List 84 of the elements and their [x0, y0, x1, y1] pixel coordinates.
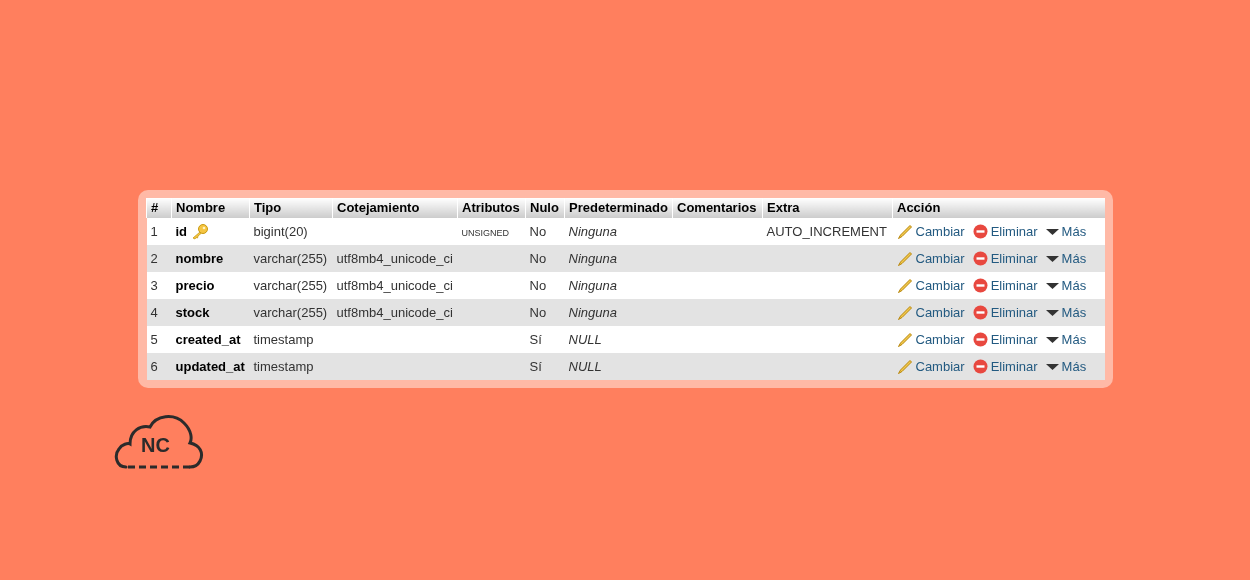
minus-circle-icon	[972, 278, 988, 293]
column-name: updated_at	[175, 357, 245, 376]
action-link[interactable]: Eliminar	[972, 356, 1038, 377]
row-number: 2	[150, 250, 158, 266]
column-name: stock	[175, 303, 210, 322]
type-text: timestamp	[253, 331, 314, 347]
type-text: varchar(255)	[253, 304, 328, 320]
action-link[interactable]: Más	[1045, 248, 1087, 269]
extra-text: AUTO_INCREMENT	[766, 223, 887, 239]
column-name: id	[175, 222, 188, 241]
column-header[interactable]: Nombre	[171, 198, 250, 218]
cloud-icon	[114, 413, 204, 469]
pencil-icon	[896, 358, 913, 375]
null-text: No	[529, 277, 547, 293]
caret-icon	[1045, 227, 1059, 236]
default-text: Ninguna	[568, 223, 617, 239]
caret-icon	[1045, 254, 1059, 263]
attributes-text: UNSIGNED	[461, 227, 509, 238]
type-text: varchar(255)	[253, 277, 328, 293]
key-icon	[191, 223, 210, 240]
null-text: No	[529, 250, 547, 266]
minus-circle-icon	[972, 305, 988, 320]
column-header[interactable]: Nulo	[525, 198, 565, 218]
action-link[interactable]: Cambiar	[896, 302, 965, 323]
default-text: NULL	[568, 358, 602, 374]
action-link[interactable]: Eliminar	[972, 275, 1038, 296]
null-text: Sí	[529, 358, 542, 374]
logo-text: NC	[141, 435, 170, 455]
column-header[interactable]: Cotejamiento	[332, 198, 458, 218]
row-number: 3	[150, 277, 158, 293]
column-name: precio	[175, 276, 215, 295]
action-link[interactable]: Cambiar	[896, 356, 965, 377]
column-name: nombre	[175, 249, 224, 268]
column-header[interactable]: Comentarios	[672, 198, 763, 218]
row-number: 6	[150, 358, 158, 374]
action-link[interactable]: Cambiar	[896, 221, 965, 242]
action-link[interactable]: Más	[1045, 221, 1087, 242]
pencil-icon	[896, 223, 913, 240]
action-link[interactable]: Más	[1045, 356, 1087, 377]
minus-circle-icon	[972, 251, 988, 266]
row-number: 1	[150, 223, 158, 239]
column-header[interactable]: Acción	[892, 198, 1105, 218]
action-link[interactable]: Más	[1045, 329, 1087, 350]
null-text: No	[529, 304, 547, 320]
default-text: Ninguna	[568, 250, 617, 266]
row-number: 5	[150, 331, 158, 347]
column-header[interactable]: Tipo	[249, 198, 333, 218]
pencil-icon	[896, 331, 913, 348]
caret-icon	[1045, 281, 1059, 290]
null-text: No	[529, 223, 547, 239]
caret-icon	[1045, 308, 1059, 317]
action-link[interactable]: Cambiar	[896, 248, 965, 269]
column-header[interactable]: #	[146, 198, 172, 218]
pencil-icon	[896, 250, 913, 267]
collation-text: utf8mb4_unicode_ci	[336, 304, 453, 320]
column-header[interactable]: Predeterminado	[564, 198, 673, 218]
action-link[interactable]: Eliminar	[972, 248, 1038, 269]
caret-icon	[1045, 335, 1059, 344]
column-name: created_at	[175, 330, 241, 349]
action-link[interactable]: Eliminar	[972, 329, 1038, 350]
minus-circle-icon	[972, 332, 988, 347]
action-link[interactable]: Cambiar	[896, 275, 965, 296]
column-header[interactable]: Atributos	[457, 198, 526, 218]
type-text: timestamp	[253, 358, 314, 374]
row-number: 4	[150, 304, 158, 320]
pencil-icon	[896, 304, 913, 321]
action-link[interactable]: Más	[1045, 275, 1087, 296]
type-text: varchar(255)	[253, 250, 328, 266]
action-link[interactable]: Eliminar	[972, 302, 1038, 323]
minus-circle-icon	[972, 224, 988, 239]
default-text: NULL	[568, 331, 602, 347]
type-text: bigint(20)	[253, 223, 308, 239]
column-header[interactable]: Extra	[762, 198, 893, 218]
action-link[interactable]: Eliminar	[972, 221, 1038, 242]
default-text: Ninguna	[568, 304, 617, 320]
pencil-icon	[896, 277, 913, 294]
caret-icon	[1045, 362, 1059, 371]
collation-text: utf8mb4_unicode_ci	[336, 250, 453, 266]
default-text: Ninguna	[568, 277, 617, 293]
action-link[interactable]: Más	[1045, 302, 1087, 323]
null-text: Sí	[529, 331, 542, 347]
collation-text: utf8mb4_unicode_ci	[336, 277, 453, 293]
action-link[interactable]: Cambiar	[896, 329, 965, 350]
minus-circle-icon	[972, 359, 988, 374]
